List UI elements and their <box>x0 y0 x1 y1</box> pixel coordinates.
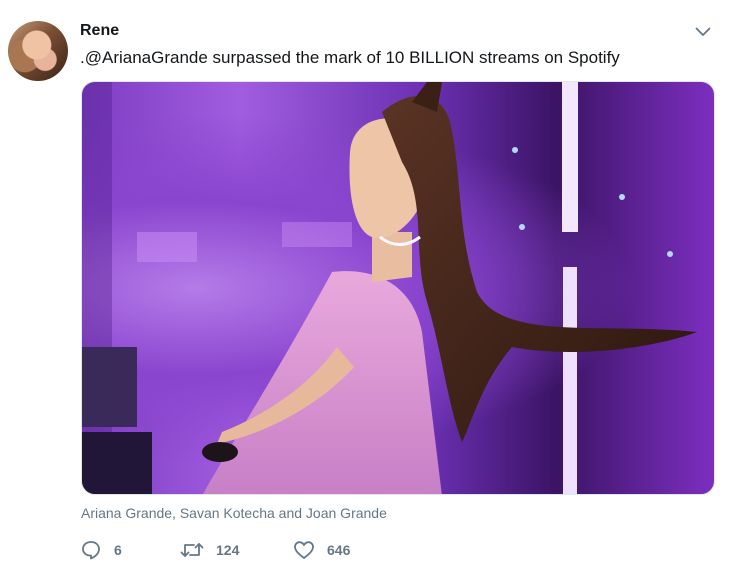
heart-icon <box>293 539 315 561</box>
reply-count: 6 <box>114 542 122 558</box>
speech-bubble-icon <box>80 539 102 561</box>
author-avatar[interactable] <box>8 21 68 81</box>
retweet-button[interactable]: 124 <box>180 538 293 562</box>
like-count: 646 <box>327 542 351 558</box>
author-name[interactable]: Rene <box>80 22 119 40</box>
retweet-count: 124 <box>216 542 240 558</box>
tweet-menu-button[interactable] <box>689 22 717 44</box>
chevron-down-icon <box>695 24 711 42</box>
like-button[interactable]: 646 <box>293 538 373 562</box>
action-bar: 6 124 646 <box>80 538 373 562</box>
tweet-photo[interactable] <box>81 81 715 495</box>
retweet-arrows-icon <box>180 539 204 561</box>
tweet-card: Rene .@ArianaGrande surpassed the mark o… <box>0 0 745 577</box>
tweet-text: .@ArianaGrande surpassed the mark of 10 … <box>80 48 620 67</box>
reply-button[interactable]: 6 <box>80 538 180 562</box>
photo-tags[interactable]: Ariana Grande, Savan Kotecha and Joan Gr… <box>81 505 387 521</box>
